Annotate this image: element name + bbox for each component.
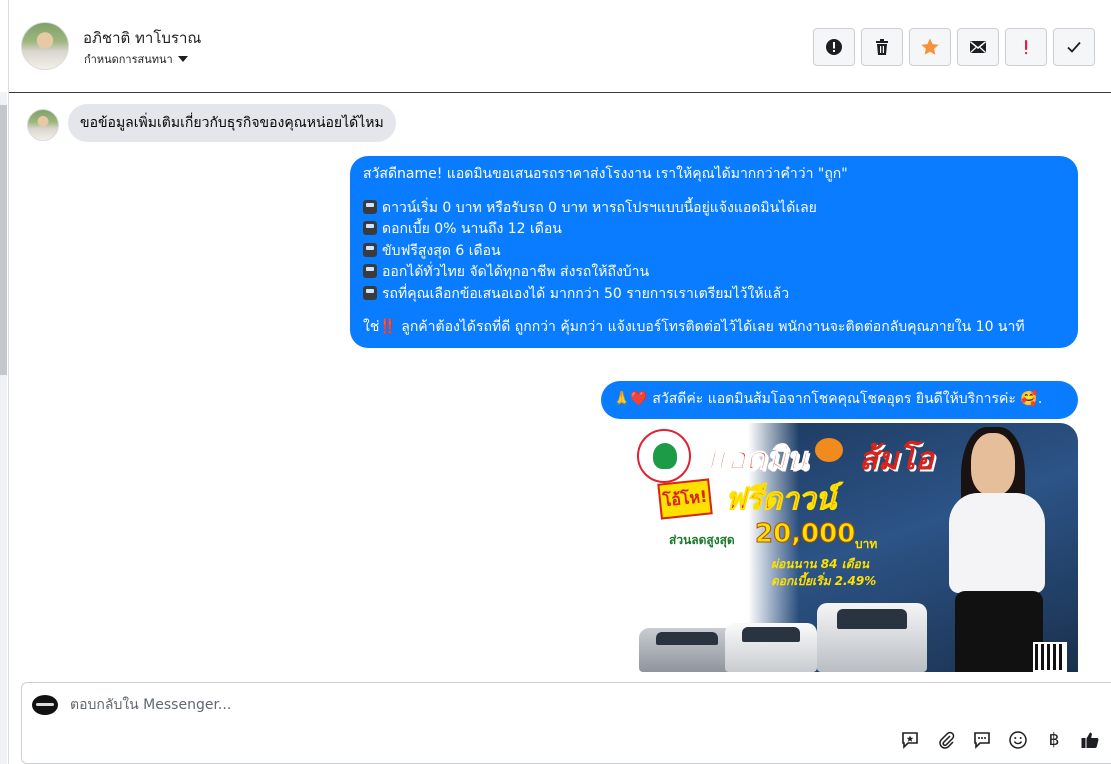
promo-free-down: ฟรีดาวน์ bbox=[724, 482, 837, 518]
car-pickup-image bbox=[725, 623, 817, 672]
message-line: ใช่‼️ ลูกค้าต้องได้รถที่ดี ถูกกว่า คุ้มก… bbox=[363, 319, 1025, 335]
promo-discount-amount: 20,000 bbox=[754, 519, 856, 550]
presenter-pants bbox=[955, 591, 1043, 672]
car-emoji-icon bbox=[363, 285, 377, 300]
promo-interest: ดอกเบี้ยเริ่ม 2.49% bbox=[771, 574, 877, 588]
exclamation-icon bbox=[1025, 40, 1028, 55]
car-emoji-icon bbox=[363, 264, 377, 278]
message-line: สวัสดีname! แอดมินขอเสนอรถราคาส่งโรงงาน … bbox=[363, 166, 848, 182]
promo-presenter-photo bbox=[929, 423, 1064, 672]
quick-reply-button[interactable] bbox=[899, 729, 921, 751]
presenter-face bbox=[971, 433, 1015, 495]
check-icon bbox=[1067, 41, 1081, 53]
page-avatar bbox=[32, 695, 58, 715]
emoji-icon bbox=[1009, 731, 1027, 749]
mark-done-button[interactable] bbox=[1053, 28, 1095, 66]
star-button[interactable] bbox=[909, 28, 951, 66]
mail-icon bbox=[970, 41, 986, 53]
car-truck-image bbox=[817, 603, 927, 672]
presenter-shirt bbox=[949, 493, 1045, 593]
dealer-logo bbox=[637, 429, 691, 483]
conversation-header: อภิชาติ ทาโบราณ กำหนดการสนทนา bbox=[9, 0, 1111, 93]
baht-payment-button[interactable]: ฿ bbox=[1043, 729, 1065, 751]
car-sedan-image bbox=[639, 628, 735, 672]
contact-avatar-small bbox=[27, 109, 59, 141]
alert-circle-icon bbox=[826, 39, 842, 55]
incoming-message[interactable]: ขอข้อมูลเพิ่มเติมเกี่ยวกับธุรกิจของคุณหน… bbox=[68, 104, 396, 142]
car-emoji-icon bbox=[363, 242, 377, 257]
promo-discount-label: ส่วนลดสูงสุด bbox=[669, 533, 735, 547]
message-line: รถที่คุณเลือกข้อเสนอเองได้ มากกว่า 50 รา… bbox=[363, 284, 1065, 306]
reply-input[interactable] bbox=[70, 695, 870, 715]
attachment-icon bbox=[939, 731, 955, 749]
conversation-settings-dropdown[interactable]: กำหนดการสนทนา bbox=[84, 50, 188, 68]
scrollbar-thumb[interactable] bbox=[0, 105, 7, 375]
like-button[interactable] bbox=[1079, 729, 1101, 751]
message-line: ดอกเบี้ย 0% นานถึง 12 เดือน bbox=[363, 219, 1065, 241]
attachment-button[interactable] bbox=[935, 729, 957, 751]
saved-reply-button[interactable] bbox=[971, 729, 993, 751]
double-exclamation-icon: ‼️ bbox=[379, 319, 397, 335]
emoji-button[interactable] bbox=[1007, 729, 1029, 751]
promo-wow-tag: โอ้โห! bbox=[657, 478, 713, 520]
car-emoji-icon bbox=[363, 221, 377, 235]
promo-discount-unit: บาท bbox=[855, 537, 878, 551]
smiling-hearts-emoji-icon: 🥰. bbox=[1020, 391, 1043, 408]
caret-down-icon bbox=[177, 56, 188, 62]
messenger-page: อภิชาติ ทาโบราณ กำหนดการสนทนา ขอข้อมูลเพ… bbox=[0, 0, 1111, 764]
message-line: ขับฟรีสูงสุด 6 เดือน bbox=[363, 241, 1065, 263]
saved-reply-icon bbox=[974, 732, 990, 749]
contact-avatar[interactable] bbox=[21, 22, 69, 70]
conversation-settings-label: กำหนดการสนทนา bbox=[84, 53, 173, 66]
prayer-heart-emoji-icon: 🙏❤️ bbox=[613, 391, 648, 408]
message-line-spacer bbox=[363, 186, 1065, 198]
message-thread[interactable]: ขอข้อมูลเพิ่มเติมเกี่ยวกับธุรกิจของคุณหน… bbox=[9, 94, 1111, 672]
composer-toolbar: ฿ bbox=[899, 729, 1101, 751]
reply-composer: ฿ bbox=[21, 682, 1111, 764]
contact-name[interactable]: อภิชาติ ทาโบราณ bbox=[83, 26, 201, 50]
qr-code-image bbox=[1033, 642, 1067, 672]
follow-up-button[interactable] bbox=[1005, 28, 1047, 66]
star-icon bbox=[921, 38, 939, 55]
outgoing-message-greeting[interactable]: 🙏❤️ สวัสดีค่ะ แอดมินส้มโอจากโชคคุณโชคอุด… bbox=[601, 381, 1078, 419]
quick-reply-icon bbox=[902, 732, 918, 749]
like-icon bbox=[1081, 732, 1099, 748]
conversation-toolbar bbox=[813, 28, 1095, 66]
trash-icon bbox=[876, 39, 888, 55]
mark-spam-button[interactable] bbox=[813, 28, 855, 66]
car-emoji-icon bbox=[363, 199, 377, 214]
promo-title-name: ส้มโอ bbox=[859, 441, 934, 477]
greeting-text: สวัสดีค่ะ แอดมินส้มโอจากโชคคุณโชคอุดร ยิ… bbox=[652, 391, 1016, 408]
message-line: ดาวน์เริ่ม 0 บาท หรือรับรถ 0 บาท หารถโปร… bbox=[363, 198, 1065, 220]
pomelo-icon bbox=[815, 438, 843, 462]
mark-unread-button[interactable] bbox=[957, 28, 999, 66]
message-line: ออกได้ทั่วไทย จัดได้ทุกอาชีพ ส่งรถให้ถึง… bbox=[363, 262, 1065, 284]
promo-image-attachment[interactable]: แอดมิน ส้มโอ โอ้โห! ฟรีดาวน์ ส่วนลดสูงสุ… bbox=[629, 423, 1078, 672]
baht-icon: ฿ bbox=[1048, 730, 1060, 750]
message-line-spacer bbox=[363, 305, 1065, 317]
delete-button[interactable] bbox=[861, 28, 903, 66]
outgoing-message-promo[interactable]: สวัสดีname! แอดมินขอเสนอรถราคาส่งโรงงาน … bbox=[350, 156, 1078, 348]
